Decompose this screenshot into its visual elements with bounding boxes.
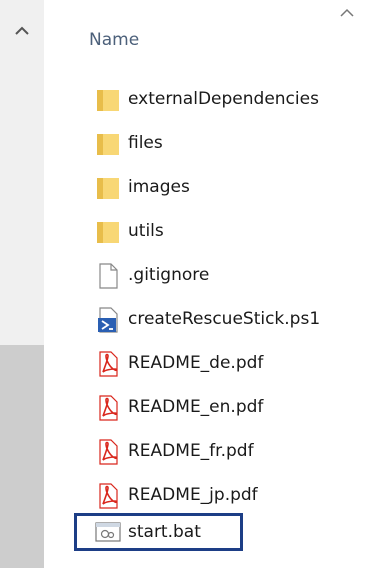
- file-name: .gitignore: [128, 265, 210, 285]
- batch-file-icon: [95, 522, 121, 542]
- name-column-header[interactable]: Name: [44, 0, 387, 70]
- pdf-icon: [99, 351, 118, 377]
- blank-file-icon: [99, 263, 118, 289]
- column-header-label: Name: [89, 30, 140, 50]
- pdf-icon: [99, 483, 118, 509]
- file-name: start.bat: [128, 522, 201, 542]
- folder-icon: [97, 222, 119, 243]
- folder-icon: [97, 134, 119, 155]
- scroll-up-button[interactable]: [0, 0, 44, 66]
- list-item-utils[interactable]: utils: [44, 212, 387, 252]
- list-item-readme-fr[interactable]: README_fr.pdf: [44, 432, 387, 472]
- list-item-createRescueStick[interactable]: createRescueStick.ps1: [44, 300, 387, 340]
- file-name: README_de.pdf: [128, 353, 264, 373]
- list-item-start-bat[interactable]: start.bat: [44, 513, 387, 553]
- file-explorer-pane: Name externalDependencies files images u…: [0, 0, 387, 568]
- list-item-files[interactable]: files: [44, 124, 387, 164]
- file-name: files: [128, 133, 163, 153]
- file-name: externalDependencies: [128, 89, 319, 109]
- list-item-images[interactable]: images: [44, 168, 387, 208]
- file-name: images: [128, 177, 190, 197]
- folder-icon: [97, 90, 119, 111]
- powershell-script-icon: [98, 307, 118, 333]
- list-item-externalDependencies[interactable]: externalDependencies: [44, 80, 387, 120]
- pdf-icon: [99, 439, 118, 465]
- folder-icon: [97, 178, 119, 199]
- file-name: README_jp.pdf: [128, 485, 258, 505]
- file-name: utils: [128, 221, 164, 241]
- list-item-readme-de[interactable]: README_de.pdf: [44, 344, 387, 384]
- vertical-scrollbar[interactable]: [0, 0, 44, 568]
- list-item-readme-jp[interactable]: README_jp.pdf: [44, 476, 387, 516]
- sort-ascending-icon: [340, 8, 354, 17]
- file-name: README_fr.pdf: [128, 441, 254, 461]
- scrollbar-thumb[interactable]: [0, 345, 44, 568]
- file-name: README_en.pdf: [128, 397, 264, 417]
- list-item-readme-en[interactable]: README_en.pdf: [44, 388, 387, 428]
- pdf-icon: [99, 395, 118, 421]
- chevron-up-icon: [15, 26, 29, 35]
- file-name: createRescueStick.ps1: [128, 309, 321, 329]
- list-item-gitignore[interactable]: .gitignore: [44, 256, 387, 296]
